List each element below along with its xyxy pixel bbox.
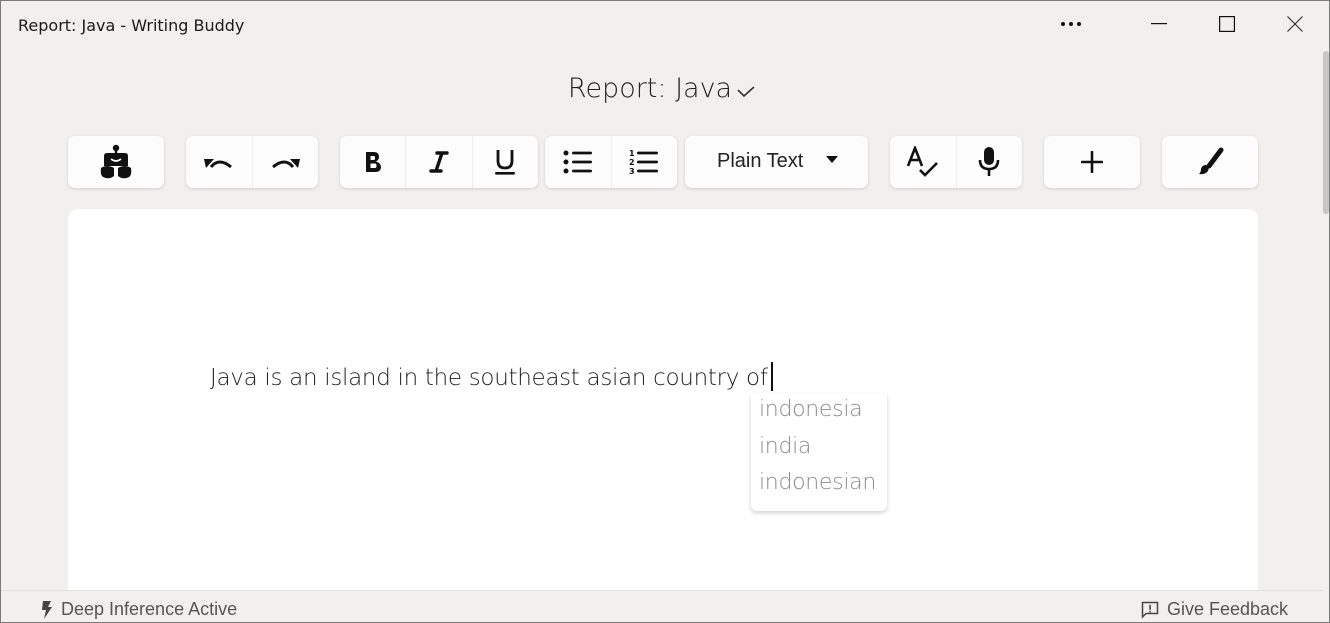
saved-check-icon (736, 74, 756, 105)
editor-area[interactable]: Java is an island in the southeast asian… (68, 209, 1258, 622)
svg-text:1: 1 (629, 149, 635, 158)
brush-button[interactable] (1162, 136, 1258, 188)
add-button[interactable] (1044, 136, 1140, 188)
history-group (186, 136, 318, 188)
spellcheck-icon (906, 146, 938, 177)
caret-down-icon (826, 156, 838, 163)
bold-icon (365, 152, 381, 172)
redo-button[interactable] (253, 136, 319, 188)
document-title-area[interactable]: Report: Java (1, 73, 1323, 105)
give-feedback-button[interactable]: Give Feedback (1141, 599, 1288, 620)
minimize-icon (1151, 23, 1167, 25)
spellcheck-button[interactable] (890, 136, 957, 188)
format-group (340, 136, 538, 188)
microphone-icon (978, 147, 1000, 176)
undo-icon (203, 159, 232, 169)
lists-group: 1 2 3 (545, 136, 677, 188)
underline-icon (495, 150, 516, 175)
suggestion-item[interactable]: indonesia (759, 397, 863, 422)
insert-group (1044, 136, 1140, 188)
give-feedback-label: Give Feedback (1167, 599, 1289, 619)
robot-icon (100, 144, 132, 179)
svg-text:2: 2 (629, 158, 635, 167)
microphone-button[interactable] (957, 136, 1023, 188)
text-style-selected: Plain Text (717, 150, 804, 172)
close-icon (1287, 16, 1303, 32)
more-dots-icon (1061, 22, 1081, 26)
svg-text:3: 3 (629, 167, 635, 175)
brush-icon (1199, 147, 1224, 175)
text-cursor (770, 362, 773, 391)
autocomplete-suggestions: indonesia india indonesian (751, 393, 887, 511)
lightning-icon (42, 600, 52, 619)
suggestion-item[interactable]: indonesian (759, 470, 876, 495)
numbered-list-icon: 1 2 3 (629, 149, 659, 175)
text-style-select[interactable]: Plain Text (685, 136, 868, 188)
app-window: Report: Java - Writing Buddy Report: Jav… (0, 0, 1330, 623)
vertical-scrollbar[interactable] (1323, 51, 1329, 214)
text-style-dropdown[interactable]: Plain Text (685, 136, 868, 188)
window-title: Report: Java - Writing Buddy (18, 16, 245, 35)
title-bar: Report: Java - Writing Buddy (1, 1, 1329, 49)
deep-inference-status: Deep Inference Active (41, 599, 237, 620)
close-button[interactable] (1272, 5, 1318, 43)
editor-content[interactable]: Java is an island in the southeast asian… (210, 362, 773, 391)
maximize-button[interactable] (1204, 5, 1250, 43)
bulleted-list-icon (563, 150, 592, 174)
minimize-button[interactable] (1136, 5, 1182, 43)
italic-button[interactable] (406, 136, 473, 188)
plus-icon (1081, 151, 1103, 173)
tools-group (890, 136, 1022, 188)
style-group (1162, 136, 1258, 188)
underline-button[interactable] (473, 136, 538, 188)
status-bar: Deep Inference Active Give Feedback (1, 590, 1323, 622)
document-title[interactable]: Report: Java (568, 73, 732, 104)
more-options-button[interactable] (1048, 5, 1094, 43)
numbered-list-button[interactable]: 1 2 3 (612, 136, 678, 188)
undo-button[interactable] (186, 136, 253, 188)
bold-button[interactable] (340, 136, 407, 188)
writing-buddy-button[interactable] (68, 136, 164, 188)
suggestion-item[interactable]: india (759, 434, 811, 459)
feedback-icon (1141, 601, 1159, 619)
italic-icon (429, 151, 449, 173)
editor-text: Java is an island in the southeast asian… (210, 365, 768, 391)
maximize-icon (1219, 16, 1235, 32)
logo-group (68, 136, 164, 188)
deep-inference-label: Deep Inference Active (61, 599, 238, 619)
redo-icon (272, 159, 301, 169)
bulleted-list-button[interactable] (545, 136, 612, 188)
